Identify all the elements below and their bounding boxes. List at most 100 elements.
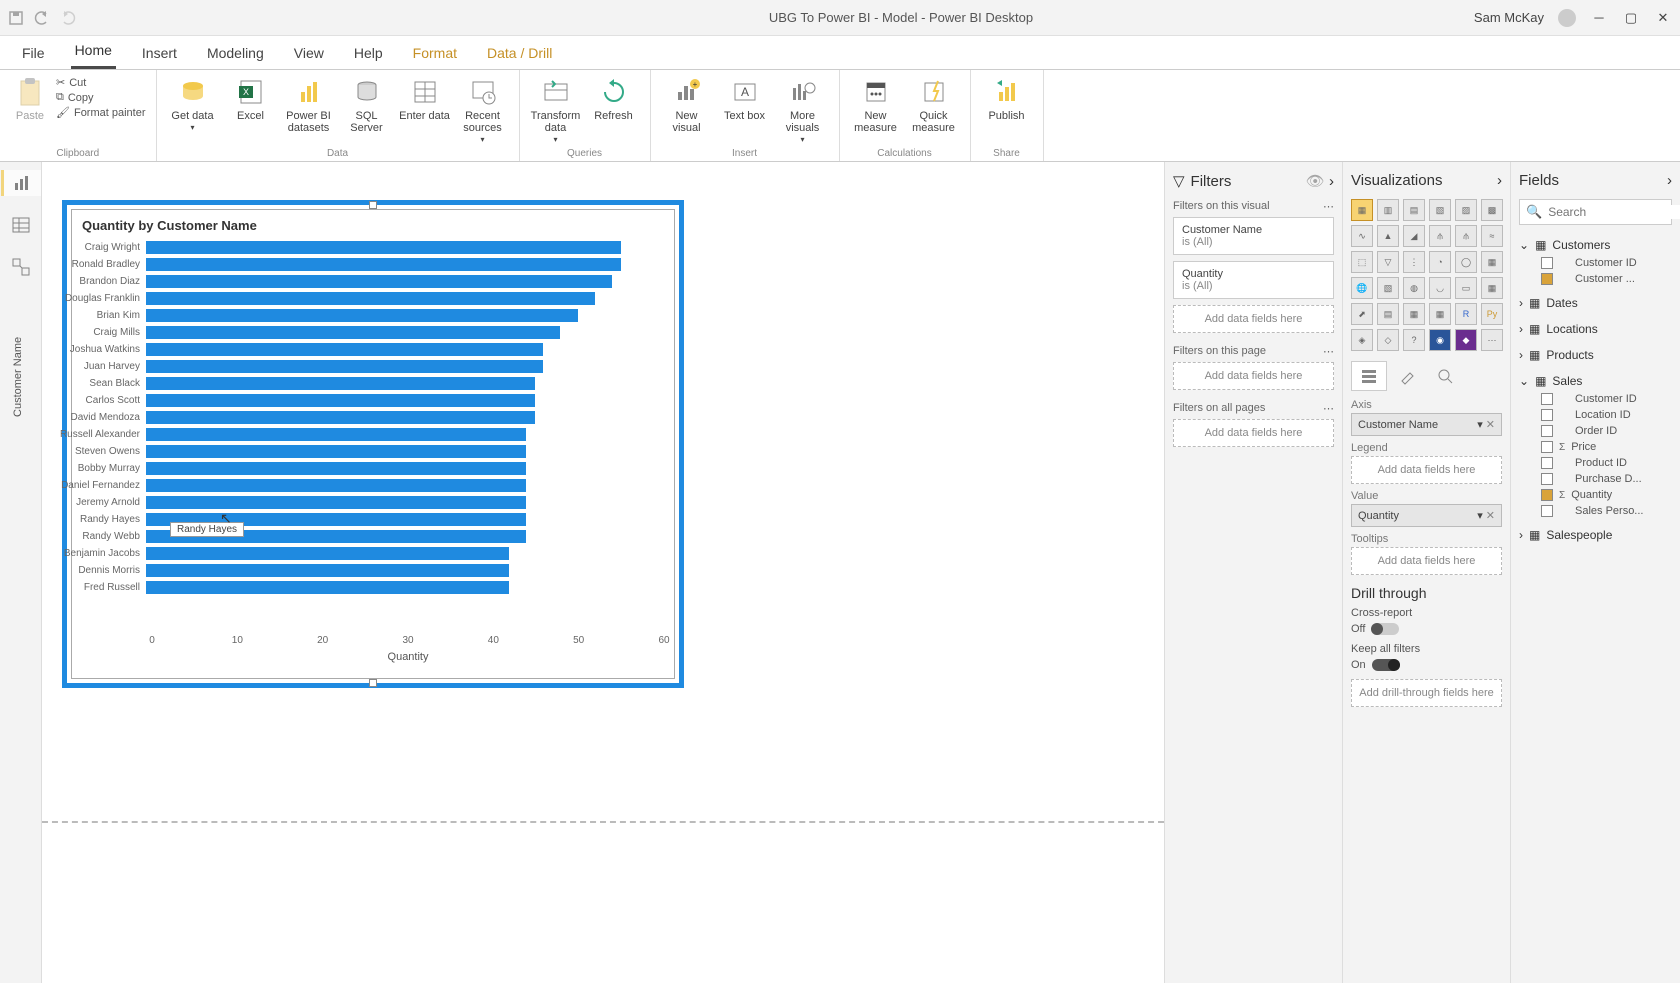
viz-stacked-bar[interactable]: ▦ bbox=[1351, 199, 1373, 221]
menu-home[interactable]: Home bbox=[71, 36, 116, 69]
save-icon[interactable] bbox=[8, 10, 24, 26]
bar-row[interactable]: Carlos Scott bbox=[152, 392, 664, 409]
report-canvas[interactable]: Quantity by Customer Name Customer Name … bbox=[42, 162, 1164, 983]
table-dates[interactable]: ›▦Dates bbox=[1519, 293, 1672, 313]
legend-well[interactable]: Add data fields here bbox=[1351, 456, 1502, 484]
quick-measure-button[interactable]: Quick measure bbox=[908, 74, 960, 134]
viz-key-infl[interactable]: ◈ bbox=[1351, 329, 1373, 351]
checkbox[interactable] bbox=[1541, 273, 1553, 285]
publish-button[interactable]: Publish bbox=[981, 74, 1033, 122]
close-icon[interactable]: ✕ bbox=[1654, 11, 1672, 25]
filter-card-quantity[interactable]: Quantity is (All) bbox=[1173, 261, 1334, 299]
viz-100-col[interactable]: ▩ bbox=[1481, 199, 1503, 221]
keep-filters-toggle[interactable] bbox=[1372, 659, 1400, 671]
bar-row[interactable]: Sean Black bbox=[152, 375, 664, 392]
viz-arcgis[interactable]: ◉ bbox=[1429, 329, 1451, 351]
checkbox[interactable] bbox=[1541, 473, 1553, 485]
get-data-button[interactable]: Get data▾ bbox=[167, 74, 219, 134]
field-product-id[interactable]: Product ID bbox=[1541, 455, 1672, 471]
viz-area[interactable]: ▲ bbox=[1377, 225, 1399, 247]
resize-handle[interactable] bbox=[369, 679, 377, 687]
viz-card[interactable]: ▭ bbox=[1455, 277, 1477, 299]
undo-icon[interactable] bbox=[34, 10, 50, 26]
show-filters-icon[interactable]: 👁 bbox=[1306, 173, 1325, 190]
viz-qa[interactable]: ? bbox=[1403, 329, 1425, 351]
viz-clustered-bar[interactable]: ▤ bbox=[1403, 199, 1425, 221]
checkbox[interactable] bbox=[1541, 441, 1553, 453]
collapse-icon[interactable]: › bbox=[1329, 173, 1334, 190]
cut-button[interactable]: ✂Cut bbox=[56, 76, 146, 89]
bar-row[interactable]: Juan Harvey bbox=[152, 358, 664, 375]
viz-donut[interactable]: ◯ bbox=[1455, 251, 1477, 273]
minimize-icon[interactable]: ─ bbox=[1590, 11, 1608, 25]
table-products[interactable]: ›▦Products bbox=[1519, 345, 1672, 365]
sql-server-button[interactable]: SQL Server bbox=[341, 74, 393, 134]
redo-icon[interactable] bbox=[60, 10, 76, 26]
more-visuals-button[interactable]: More visuals▾ bbox=[777, 74, 829, 146]
menu-file[interactable]: File bbox=[18, 39, 49, 69]
viz-r[interactable]: R bbox=[1455, 303, 1477, 325]
viz-stacked-area[interactable]: ◢ bbox=[1403, 225, 1425, 247]
viz-power-apps[interactable]: ◆ bbox=[1455, 329, 1477, 351]
viz-shape-map[interactable]: ◍ bbox=[1403, 277, 1425, 299]
filter-add-page[interactable]: Add data fields here bbox=[1173, 362, 1334, 390]
table-customers[interactable]: ⌄▦Customers bbox=[1519, 235, 1672, 255]
filter-add-visual[interactable]: Add data fields here bbox=[1173, 305, 1334, 333]
value-field-pill[interactable]: Quantity▾ ✕ bbox=[1351, 504, 1502, 527]
more-icon[interactable]: ⋯ bbox=[1323, 402, 1334, 415]
drill-well[interactable]: Add drill-through fields here bbox=[1351, 679, 1502, 707]
bar-row[interactable]: Daniel Fernandez bbox=[152, 477, 664, 494]
table-salespeople[interactable]: ›▦Salespeople bbox=[1519, 525, 1672, 545]
collapse-icon[interactable]: › bbox=[1497, 172, 1502, 189]
bar-row[interactable]: Steven Owens bbox=[152, 443, 664, 460]
field-price[interactable]: ΣPrice bbox=[1541, 439, 1672, 455]
viz-treemap[interactable]: ▦ bbox=[1481, 251, 1503, 273]
chart-visual[interactable]: Quantity by Customer Name Customer Name … bbox=[62, 200, 684, 688]
viz-100-bar[interactable]: ▨ bbox=[1455, 199, 1477, 221]
viz-table[interactable]: ▦ bbox=[1403, 303, 1425, 325]
fields-search[interactable]: 🔍 bbox=[1519, 199, 1672, 225]
tooltips-well[interactable]: Add data fields here bbox=[1351, 547, 1502, 575]
viz-gauge[interactable]: ◡ bbox=[1429, 277, 1451, 299]
fields-tab[interactable] bbox=[1351, 361, 1387, 391]
data-view-icon[interactable] bbox=[8, 212, 34, 238]
checkbox[interactable] bbox=[1541, 505, 1553, 517]
cross-report-toggle[interactable] bbox=[1371, 623, 1399, 635]
field-quantity[interactable]: ΣQuantity bbox=[1541, 487, 1672, 503]
table-locations[interactable]: ›▦Locations bbox=[1519, 319, 1672, 339]
viz-clustered-col[interactable]: ▧ bbox=[1429, 199, 1451, 221]
text-box-button[interactable]: AText box bbox=[719, 74, 771, 122]
bar-row[interactable]: David Mendoza bbox=[152, 409, 664, 426]
bar-row[interactable]: Fred Russell bbox=[152, 579, 664, 596]
bar-row[interactable]: Jeremy Arnold bbox=[152, 494, 664, 511]
menu-modeling[interactable]: Modeling bbox=[203, 39, 268, 69]
bar-row[interactable]: Brandon Diaz bbox=[152, 273, 664, 290]
new-visual-button[interactable]: +New visual bbox=[661, 74, 713, 134]
field-purchase-d-[interactable]: Purchase D... bbox=[1541, 471, 1672, 487]
transform-data-button[interactable]: Transform data▾ bbox=[530, 74, 582, 146]
viz-matrix[interactable]: ▦ bbox=[1429, 303, 1451, 325]
field-customer-[interactable]: Customer ... bbox=[1541, 271, 1672, 287]
bar-row[interactable]: Dennis Morris bbox=[152, 562, 664, 579]
menu-insert[interactable]: Insert bbox=[138, 39, 181, 69]
bar-row[interactable]: Joshua Watkins bbox=[152, 341, 664, 358]
viz-multi-card[interactable]: ▦ bbox=[1481, 277, 1503, 299]
viz-py[interactable]: Py bbox=[1481, 303, 1503, 325]
viz-kpi[interactable]: ⬈ bbox=[1351, 303, 1373, 325]
table-sales[interactable]: ⌄▦Sales bbox=[1519, 371, 1672, 391]
checkbox[interactable] bbox=[1541, 489, 1553, 501]
filter-add-all[interactable]: Add data fields here bbox=[1173, 419, 1334, 447]
viz-line-col[interactable]: ⫛ bbox=[1429, 225, 1451, 247]
bar-row[interactable]: Russell Alexander bbox=[152, 426, 664, 443]
copy-button[interactable]: ⧉Copy bbox=[56, 91, 146, 104]
bar-row[interactable]: Benjamin Jacobs bbox=[152, 545, 664, 562]
more-icon[interactable]: ⋯ bbox=[1323, 345, 1334, 358]
menu-view[interactable]: View bbox=[290, 39, 328, 69]
report-view-icon[interactable] bbox=[1, 170, 41, 196]
pbi-datasets-button[interactable]: Power BI datasets bbox=[283, 74, 335, 134]
maximize-icon[interactable]: ▢ bbox=[1622, 11, 1640, 25]
viz-line-col2[interactable]: ⫛ bbox=[1455, 225, 1477, 247]
filter-card-customer[interactable]: Customer Name is (All) bbox=[1173, 217, 1334, 255]
viz-slicer[interactable]: ▤ bbox=[1377, 303, 1399, 325]
bar-row[interactable]: Brian Kim bbox=[152, 307, 664, 324]
